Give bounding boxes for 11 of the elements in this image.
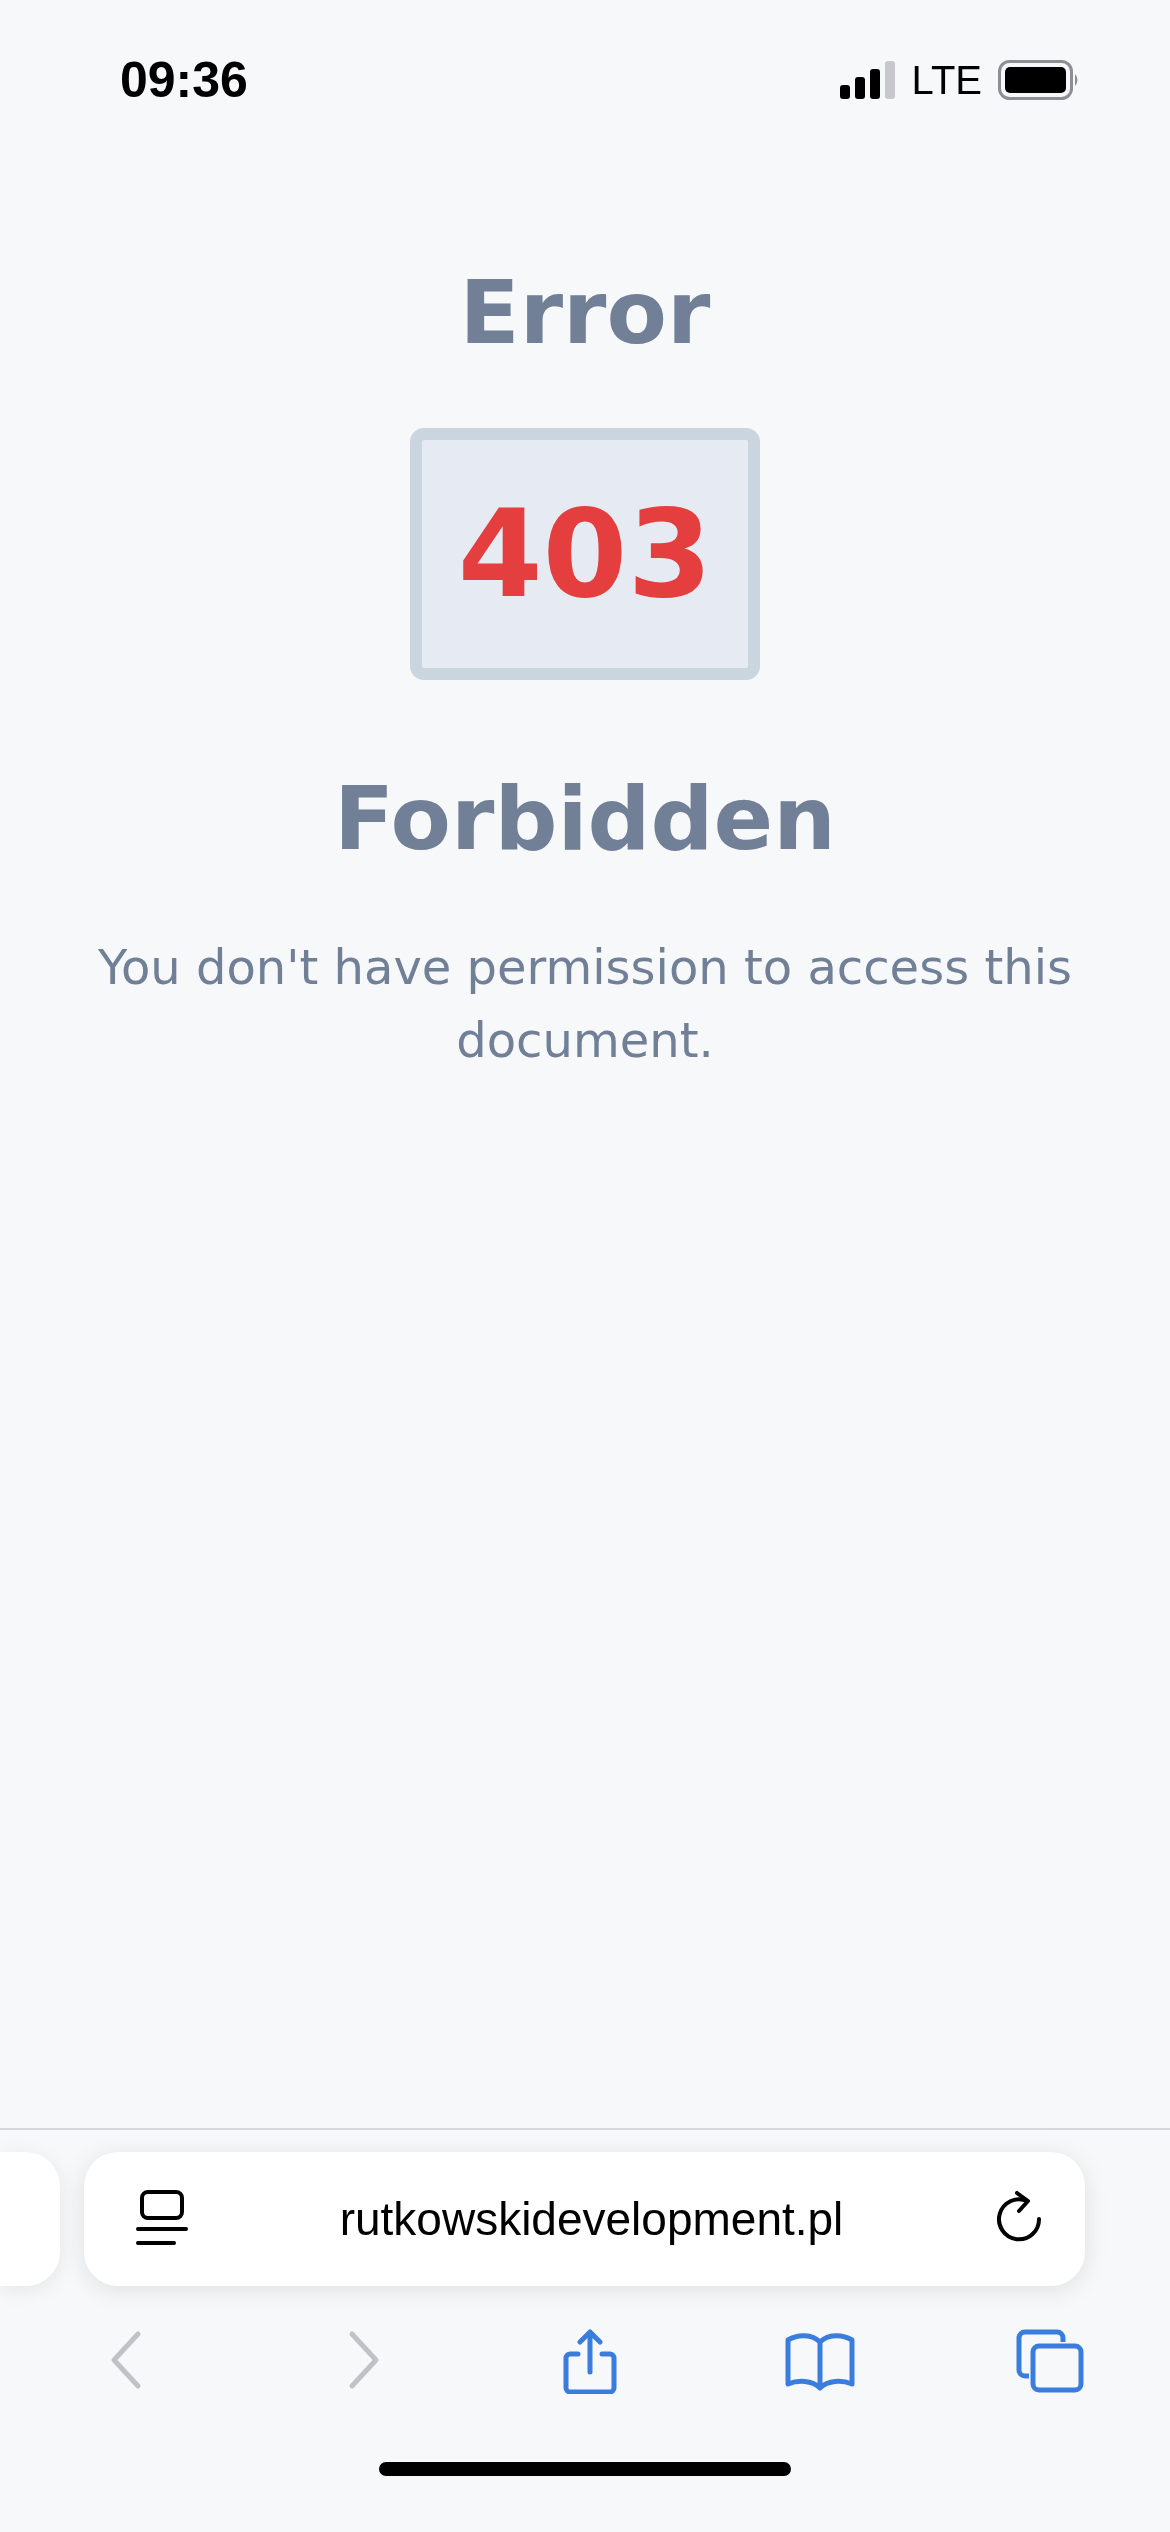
battery-icon: [998, 60, 1080, 100]
error-message: You don't have permission to access this document.: [97, 938, 1073, 1071]
error-title: Forbidden: [334, 765, 836, 872]
error-code-box: 403: [410, 427, 760, 680]
tabs-icon[interactable]: [1015, 2328, 1085, 2394]
status-time: 09:36: [120, 51, 248, 109]
error-heading: Error: [459, 260, 711, 366]
signal-icon: [839, 61, 896, 99]
address-bar[interactable]: rutkowskidevelopment.pl: [84, 2152, 1085, 2286]
network-type: LTE: [911, 57, 982, 103]
url-text: rutkowskidevelopment.pl: [339, 2192, 844, 2246]
